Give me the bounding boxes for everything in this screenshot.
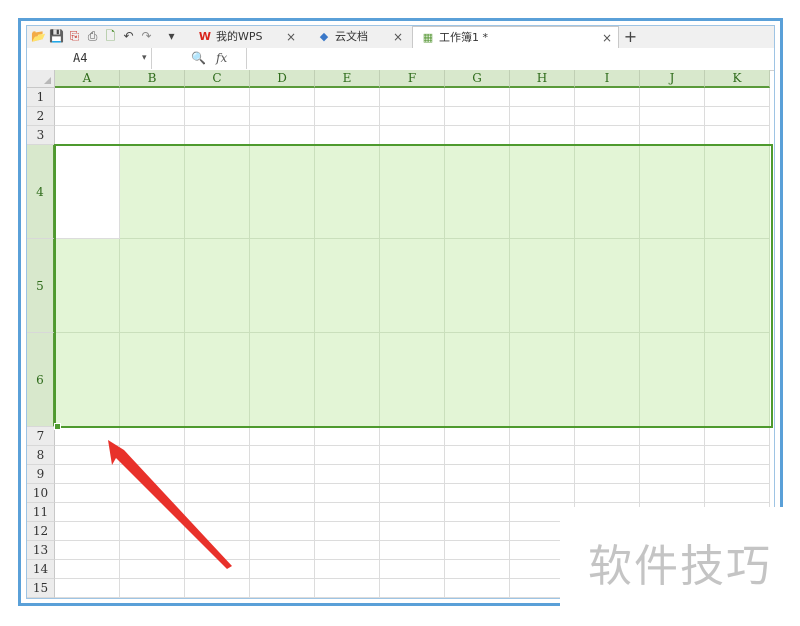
annotation-arrow-shape [108, 440, 232, 569]
watermark-text: 软件技巧 [560, 507, 800, 626]
